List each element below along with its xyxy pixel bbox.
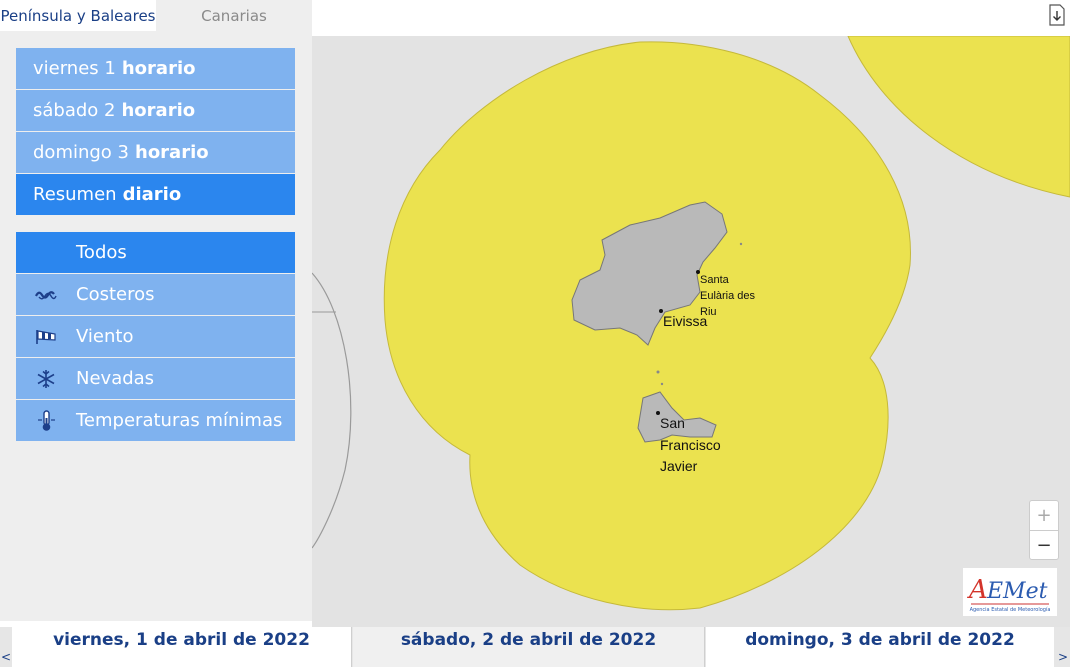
menu-item-prefix: Resumen — [33, 184, 117, 205]
place-label: Francisco — [660, 437, 721, 453]
place-label: Javier — [660, 458, 698, 474]
svg-text:Agencia Estatal de Meteorologí: Agencia Estatal de Meteorología — [970, 606, 1051, 613]
tab-canarias[interactable]: Canarias — [156, 0, 312, 31]
menu-item-label: Costeros — [76, 284, 155, 305]
prev-arrow[interactable]: < — [1, 650, 11, 664]
top-strip — [312, 0, 1070, 36]
menu-item-label: Todos — [76, 242, 127, 263]
menu-item-suffix: horario — [135, 142, 209, 163]
sidebar: viernes 1 horario sábado 2 horario domingo… — [0, 31, 312, 621]
map-canvas: Santa Eulària des Riu Eivissa San Franci… — [312, 36, 1070, 627]
menu-item-label: Viento — [76, 326, 134, 347]
menu-item-prefix: domingo 3 — [33, 142, 129, 163]
windsock-icon — [16, 329, 76, 345]
date-tab-sabado[interactable]: sábado, 2 de abril de 2022 — [353, 627, 705, 667]
menu-item-suffix: horario — [121, 58, 196, 79]
menu-item-costeros[interactable]: Costeros — [16, 274, 295, 315]
svg-text:A: A — [967, 575, 988, 605]
menu-item-sabado-horario[interactable]: sábado 2 horario — [16, 90, 295, 131]
waves-icon — [16, 288, 76, 302]
place-label: Eulària des — [700, 290, 756, 302]
menu-item-nevadas[interactable]: Nevadas — [16, 358, 295, 399]
menu-item-label: Temperaturas mínimas — [76, 410, 283, 431]
download-icon[interactable] — [1048, 4, 1066, 26]
menu-item-suffix: horario — [121, 100, 196, 121]
zoom-control: + − — [1029, 500, 1059, 560]
thermometer-icon — [16, 409, 76, 432]
place-label: San — [660, 415, 685, 431]
zoom-in-button[interactable]: + — [1030, 501, 1058, 531]
svg-text:EMet: EMet — [986, 579, 1048, 604]
menu-item-todos[interactable]: Todos — [16, 232, 295, 273]
menu-item-label: Nevadas — [76, 368, 155, 389]
types-menu: Todos Costeros Viento Nevadas Temperatur… — [16, 232, 295, 442]
next-arrow[interactable]: > — [1058, 650, 1068, 664]
menu-item-viento[interactable]: Viento — [16, 316, 295, 357]
menu-item-domingo-horario[interactable]: domingo 3 horario — [16, 132, 295, 173]
menu-item-temperaturas-minimas[interactable]: Temperaturas mínimas — [16, 400, 295, 441]
region-tabs: Península y Baleares Canarias — [0, 0, 312, 31]
menu-item-prefix: viernes 1 — [33, 58, 116, 79]
date-tab-viernes[interactable]: viernes, 1 de abril de 2022 — [12, 627, 352, 667]
date-bar: viernes, 1 de abril de 2022 sábado, 2 de… — [0, 627, 1070, 667]
menu-item-suffix: diario — [122, 184, 182, 205]
snowflake-icon — [16, 369, 76, 389]
menu-item-resumen-diario[interactable]: Resumen diario — [16, 174, 295, 215]
place-label: Santa — [700, 274, 730, 286]
tab-peninsula-baleares[interactable]: Península y Baleares — [0, 0, 156, 31]
place-label: Eivissa — [663, 313, 708, 329]
warning-map[interactable]: Santa Eulària des Riu Eivissa San Franci… — [312, 36, 1070, 627]
date-tab-domingo[interactable]: domingo, 3 de abril de 2022 — [706, 627, 1054, 667]
menu-item-viernes-horario[interactable]: viernes 1 horario — [16, 48, 295, 89]
aemet-logo[interactable]: A EMet Agencia Estatal de Meteorología — [963, 568, 1057, 616]
days-menu: viernes 1 horario sábado 2 horario domingo… — [16, 48, 295, 216]
zoom-out-button[interactable]: − — [1030, 531, 1058, 560]
menu-item-prefix: sábado 2 — [33, 100, 116, 121]
